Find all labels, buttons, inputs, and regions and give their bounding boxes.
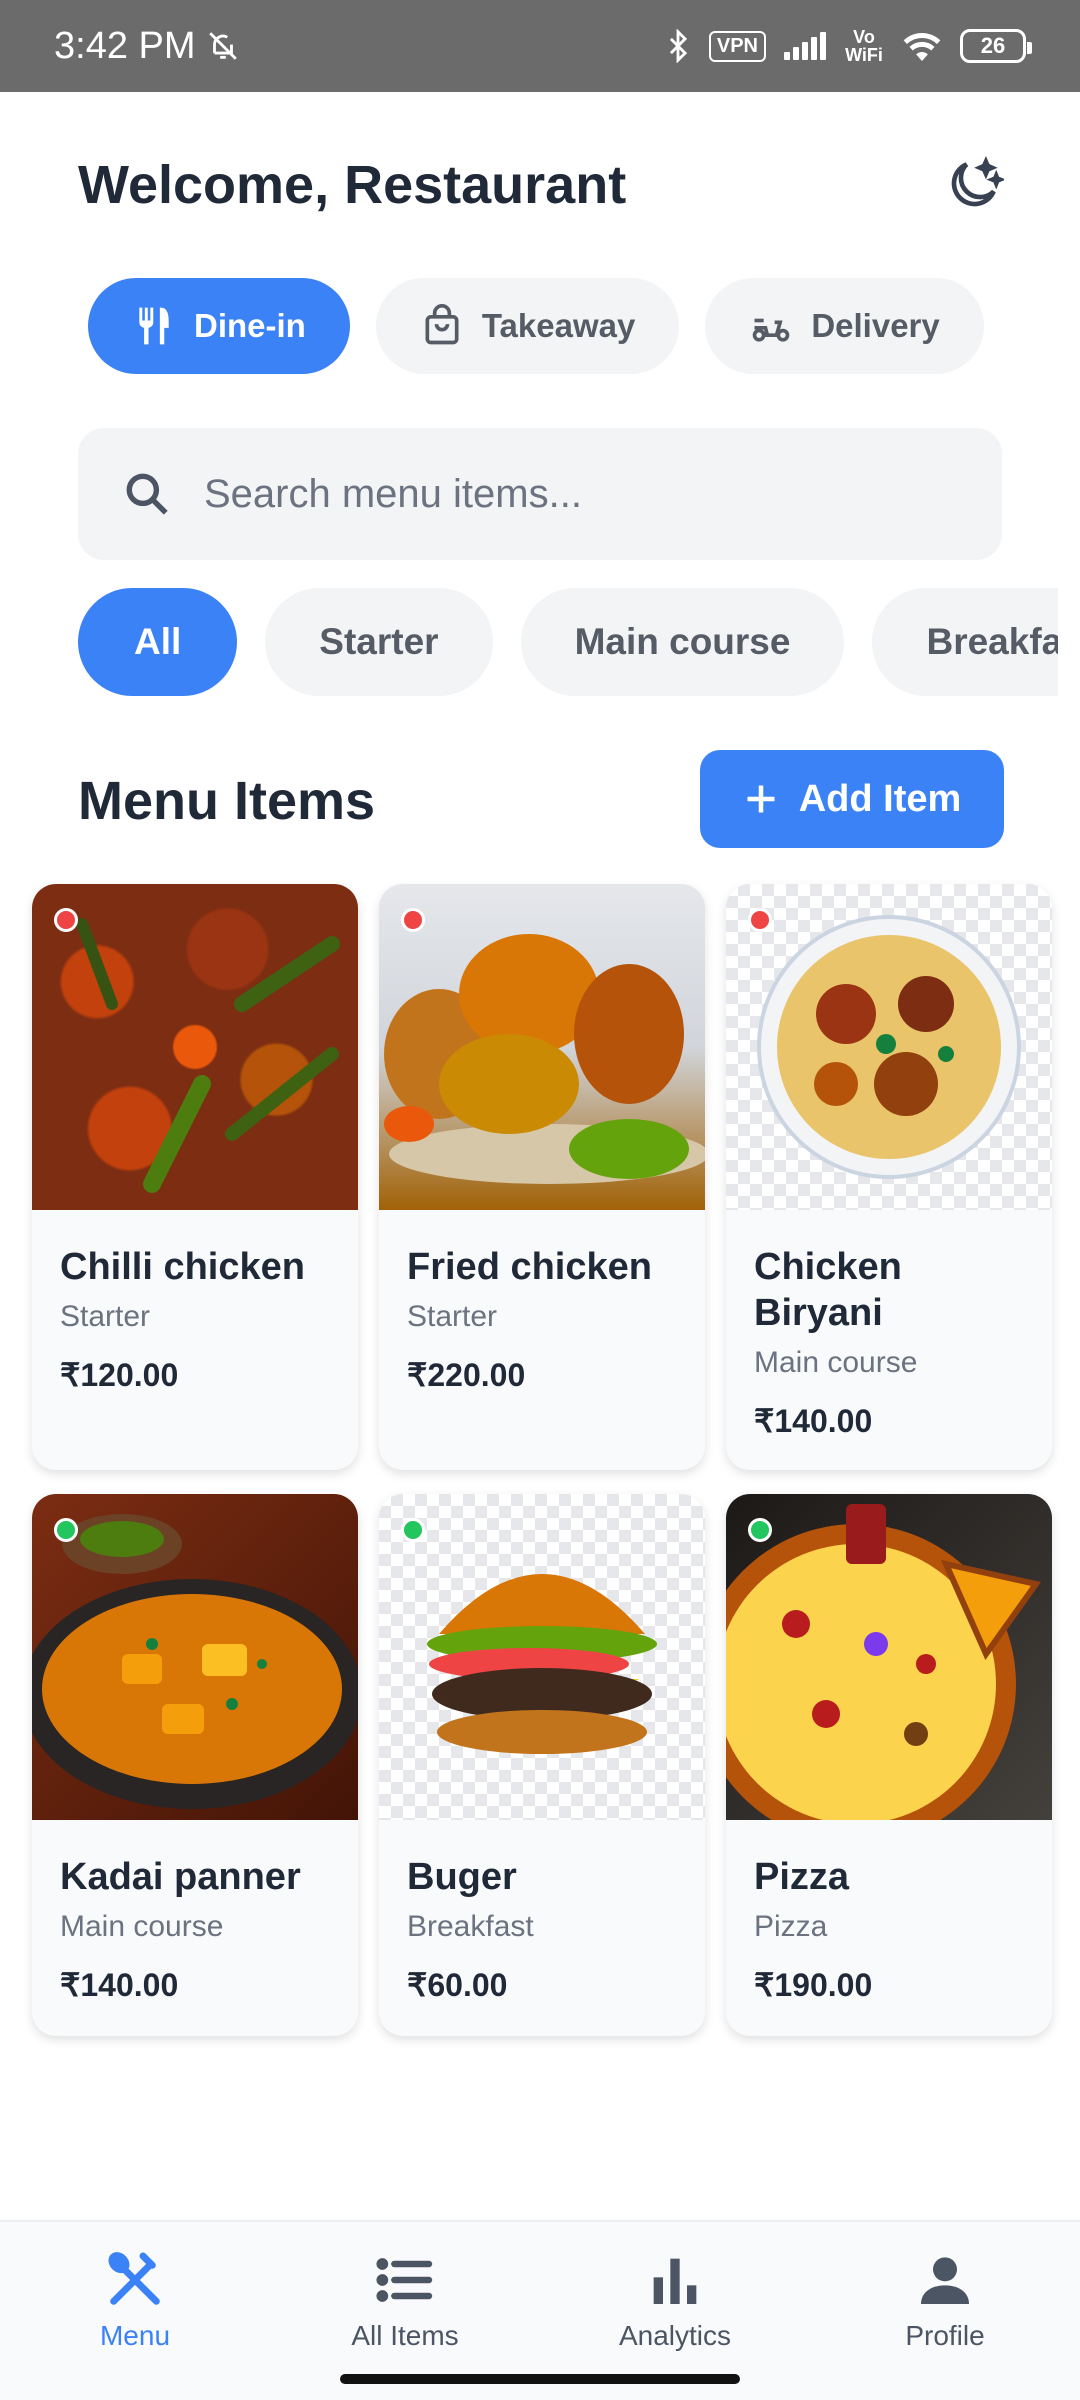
status-time: 3:42 PM xyxy=(54,24,196,67)
nav-menu[interactable]: Menu xyxy=(0,2222,270,2400)
tab-dine-in-label: Dine-in xyxy=(194,307,306,344)
vowifi-label: Vo WiFi xyxy=(845,27,883,65)
item-name: Fried chicken xyxy=(407,1246,652,1288)
food-image xyxy=(726,1494,1052,1820)
list-icon xyxy=(376,2258,433,2302)
moon-stars-icon xyxy=(951,155,1004,207)
biryani-illustration xyxy=(757,915,1021,1179)
header: Welcome, Restaurant xyxy=(78,150,1008,220)
menu-card[interactable]: Pizza Pizza ₹190.00 xyxy=(726,1494,1052,2036)
search-icon xyxy=(126,473,168,515)
item-category: Starter xyxy=(60,1300,151,1333)
status-icons: VPN Vo WiFi 26 xyxy=(665,27,1032,65)
fried-chicken-illustration xyxy=(384,934,705,1184)
item-name: Kadai panner xyxy=(60,1856,301,1898)
search-input[interactable] xyxy=(204,471,958,517)
item-price: ₹60.00 xyxy=(407,1967,508,2003)
chip-breakfast[interactable]: Breakfast xyxy=(872,588,1058,696)
pizza-illustration xyxy=(726,1504,1042,1820)
menu-grid: Chilli chicken Starter ₹120.00 Fried chi… xyxy=(32,884,1052,2036)
category-filter: All Starter Main course Breakfast xyxy=(78,588,1058,696)
bell-off-icon xyxy=(208,32,237,60)
nav-profile[interactable]: Profile xyxy=(810,2222,1080,2400)
battery-indicator: 26 xyxy=(960,29,1032,63)
menu-card[interactable]: Chicken Biryani Main course ₹140.00 xyxy=(726,884,1052,1470)
vpn-badge: VPN xyxy=(708,30,766,62)
tab-delivery[interactable]: Delivery xyxy=(705,278,984,374)
food-image xyxy=(32,1494,358,1820)
menu-card[interactable]: Buger Breakfast ₹60.00 xyxy=(379,1494,705,2036)
item-name: Chicken Biryani xyxy=(754,1246,902,1334)
tab-dine-in[interactable]: Dine-in xyxy=(88,278,350,374)
item-category: Breakfast xyxy=(407,1910,534,1943)
chip-starter[interactable]: Starter xyxy=(265,588,493,696)
shopping-bag-icon xyxy=(425,304,459,345)
add-item-label: Add Item xyxy=(798,777,962,820)
item-category: Main course xyxy=(754,1346,918,1379)
chip-main-course[interactable]: Main course xyxy=(520,588,845,696)
order-type-tabs: Dine-in Takeaway Delivery xyxy=(88,278,984,374)
food-image xyxy=(379,1494,705,1820)
menu-card[interactable]: Chilli chicken Starter ₹120.00 xyxy=(32,884,358,1470)
bluetooth-icon xyxy=(669,29,687,63)
bar-chart-icon xyxy=(653,2258,697,2304)
chilli-chicken-illustration xyxy=(76,918,340,1193)
burger-illustration xyxy=(427,1574,657,1754)
nav-all-items-label: All Items xyxy=(351,2320,459,2351)
food-image xyxy=(726,884,1052,1210)
nonveg-indicator xyxy=(401,908,425,932)
wifi-icon xyxy=(903,33,941,61)
menu-card[interactable]: Kadai panner Main course ₹140.00 xyxy=(32,1494,358,2036)
search-bar xyxy=(78,428,1002,560)
nonveg-indicator xyxy=(54,908,78,932)
utensils-icon xyxy=(139,307,169,345)
item-name: Pizza xyxy=(754,1856,850,1898)
nonveg-indicator xyxy=(748,908,772,932)
tab-delivery-label: Delivery xyxy=(811,307,940,344)
scooter-icon xyxy=(752,318,790,342)
item-category: Main course xyxy=(60,1910,224,1943)
item-price: ₹120.00 xyxy=(60,1357,179,1393)
signal-icon xyxy=(784,32,826,60)
food-image xyxy=(32,884,358,1210)
plus-icon xyxy=(747,785,775,813)
menu-card[interactable]: Fried chicken Starter ₹220.00 xyxy=(379,884,705,1470)
section-title: Menu Items xyxy=(78,771,376,831)
item-category: Pizza xyxy=(754,1910,828,1943)
veg-indicator xyxy=(401,1518,425,1542)
status-time-group: 3:42 PM xyxy=(54,25,240,68)
chip-all[interactable]: All xyxy=(78,588,238,696)
kadai-paneer-illustration xyxy=(32,1514,358,1809)
item-price: ₹140.00 xyxy=(754,1403,873,1439)
home-indicator[interactable] xyxy=(340,2374,740,2384)
item-price: ₹220.00 xyxy=(407,1357,526,1393)
food-image xyxy=(379,884,705,1210)
item-name: Buger xyxy=(407,1856,517,1898)
nav-analytics-label: Analytics xyxy=(618,2320,732,2351)
person-icon xyxy=(921,2257,969,2304)
add-item-button[interactable]: Add Item xyxy=(700,750,1004,848)
item-price: ₹190.00 xyxy=(754,1967,873,2003)
tab-takeaway[interactable]: Takeaway xyxy=(375,278,680,374)
item-category: Starter xyxy=(407,1300,498,1333)
tab-takeaway-label: Takeaway xyxy=(481,307,636,344)
veg-indicator xyxy=(748,1518,772,1542)
item-name: Chilli chicken xyxy=(60,1246,305,1288)
page-title: Welcome, Restaurant xyxy=(78,155,627,215)
theme-toggle-button[interactable] xyxy=(938,150,1008,220)
status-bar: 3:42 PM VPN Vo WiFi 26 xyxy=(0,0,1080,92)
nav-profile-label: Profile xyxy=(905,2320,985,2351)
fork-spoon-icon xyxy=(108,2252,160,2305)
item-price: ₹140.00 xyxy=(60,1967,179,2003)
nav-menu-label: Menu xyxy=(99,2320,171,2351)
bottom-navigation: Menu All Items Analytics Profile xyxy=(0,2220,1080,2400)
veg-indicator xyxy=(54,1518,78,1542)
